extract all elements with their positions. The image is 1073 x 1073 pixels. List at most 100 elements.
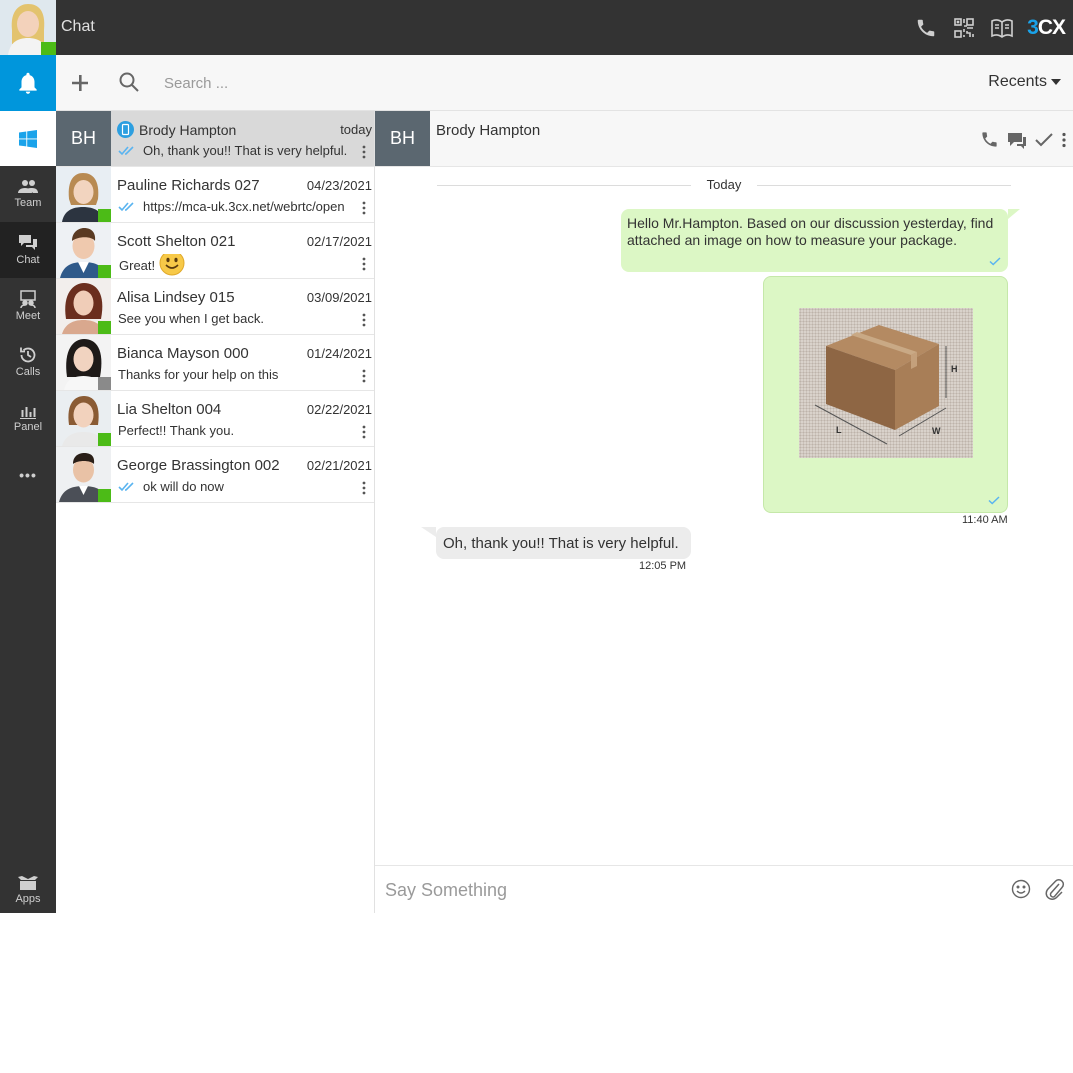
message-time: 12:05 PM [639, 560, 687, 572]
conversation-preview: Perfect!! Thank you. [118, 423, 235, 438]
day-separator: Today [437, 177, 1011, 193]
phone-icon [982, 132, 997, 147]
close-chat-button[interactable] [1035, 132, 1053, 147]
conversation-date: 04/23/2021 [306, 178, 372, 193]
top-bar: Chat 3CX [0, 0, 1073, 55]
3cx-logo: 3CX [1027, 16, 1066, 39]
apps-box-icon [18, 876, 38, 890]
conversation-item[interactable]: Pauline Richards 027 04/23/2021 https://… [56, 167, 374, 223]
nav-apps-label: Apps [15, 893, 41, 905]
more-dots-icon: ••• [19, 467, 37, 483]
search-icon [119, 72, 139, 92]
outgoing-image-message[interactable]: H L W [763, 276, 1008, 513]
nav-apps[interactable]: Apps [0, 862, 56, 913]
height-label: H [951, 364, 958, 374]
contact-avatar [56, 167, 111, 222]
search-input[interactable] [164, 69, 464, 97]
conversation-date: 02/22/2021 [306, 402, 372, 417]
conversation-preview: Oh, thank you!! That is very helpful. [143, 143, 348, 158]
conversation-item[interactable]: Alisa Lindsey 015 03/09/2021 See you whe… [56, 279, 374, 335]
conversation-item[interactable]: George Brassington 002 02/21/2021 ok wil… [56, 447, 374, 503]
app-title: Chat [61, 18, 95, 35]
new-chat-button[interactable] [68, 71, 92, 95]
emoji-picker-button[interactable] [1011, 879, 1033, 901]
conversation-name: Alisa Lindsey 015 [117, 289, 235, 306]
contact-avatar [56, 335, 111, 390]
recents-dropdown[interactable]: Recents [988, 73, 1061, 91]
qr-code-icon[interactable] [951, 15, 977, 41]
conversation-item[interactable]: Lia Shelton 004 02/22/2021 Perfect!! Tha… [56, 391, 374, 447]
conversation-preview: ok will do now [143, 479, 224, 494]
conversation-item[interactable]: BH Brody Hampton today Oh, thank you!! T… [56, 111, 374, 167]
windows-app-button[interactable] [0, 111, 56, 166]
conversation-menu-icon[interactable] [362, 425, 368, 441]
nav-calls[interactable]: Calls [0, 334, 56, 390]
transfer-chat-button[interactable] [1007, 131, 1027, 149]
read-check-icon [988, 496, 1000, 505]
status-online-badge [98, 489, 111, 502]
conversation-name: Scott Shelton 021 [117, 233, 236, 250]
conversation-preview: https://mca-uk.3cx.net/webrtc/open [143, 199, 345, 214]
contact-avatar [56, 279, 111, 334]
double-check-icon [118, 145, 134, 155]
conversation-preview: See you when I get back. [118, 311, 264, 326]
status-online-badge [98, 265, 111, 278]
incoming-message[interactable]: Oh, thank you!! That is very helpful. [436, 527, 691, 559]
history-icon [20, 347, 36, 363]
bubble-tail [421, 527, 436, 537]
conversation-menu-icon[interactable] [362, 369, 368, 385]
conversation-menu-icon[interactable] [362, 313, 368, 329]
nav-calls-label: Calls [15, 366, 41, 378]
left-navigation: Team Chat Meet Calls Panel ••• Apps [0, 55, 56, 913]
contact-avatar [56, 391, 111, 446]
contact-avatar [56, 447, 111, 502]
status-online-badge [98, 433, 111, 446]
attach-file-button[interactable] [1045, 878, 1067, 902]
phone-icon[interactable] [913, 15, 939, 41]
conversation-date: 02/17/2021 [306, 234, 372, 249]
recents-label: Recents [988, 73, 1047, 90]
conversation-item[interactable]: Scott Shelton 021 02/17/2021 Great! [56, 223, 374, 279]
nav-team[interactable]: Team [0, 166, 56, 222]
nav-panel[interactable]: Panel [0, 390, 56, 446]
status-online-badge [98, 209, 111, 222]
nav-meet-label: Meet [15, 310, 41, 322]
checkmark-icon [1035, 132, 1053, 146]
chat-icon [19, 235, 37, 250]
message-text: Hello Mr.Hampton. Based on our discussio… [627, 215, 994, 248]
chat-header: BH Brody Hampton [375, 111, 1073, 167]
conversation-menu-icon[interactable] [362, 201, 368, 217]
message-composer [375, 865, 1073, 913]
read-check-icon [989, 257, 1001, 266]
nav-chat-label: Chat [16, 254, 40, 266]
conversation-menu-icon[interactable] [362, 257, 368, 273]
message-input[interactable] [385, 877, 985, 903]
conversation-menu-icon[interactable] [362, 145, 368, 161]
conversation-menu-icon[interactable] [362, 481, 368, 497]
status-online-badge [98, 321, 111, 334]
length-label: L [836, 425, 842, 435]
conversation-name: Bianca Mayson 000 [117, 345, 249, 362]
user-avatar[interactable] [0, 0, 56, 55]
toolbar: Recents [56, 55, 1073, 111]
nav-chat[interactable]: Chat [0, 222, 56, 278]
smiley-icon [1011, 879, 1031, 899]
windows-icon [19, 129, 37, 148]
message-thread: Today Hello Mr.Hampton. Based on our dis… [375, 167, 1073, 865]
outgoing-message[interactable]: Hello Mr.Hampton. Based on our discussio… [621, 209, 1008, 272]
conversation-date: today [340, 122, 372, 137]
contact-initials-avatar: BH [56, 111, 111, 166]
nav-meet[interactable]: Meet [0, 278, 56, 334]
meet-icon [20, 290, 36, 308]
double-check-icon [118, 481, 134, 491]
call-contact-button[interactable] [980, 130, 999, 149]
search-button[interactable] [118, 71, 142, 95]
book-icon[interactable] [989, 15, 1015, 41]
status-away-badge [98, 377, 111, 390]
conversation-item[interactable]: Bianca Mayson 000 01/24/2021 Thanks for … [56, 335, 374, 391]
more-options-button[interactable]: ••• [0, 447, 56, 503]
conversation-name: Lia Shelton 004 [117, 401, 222, 418]
notifications-button[interactable] [0, 55, 56, 111]
package-measure-image[interactable]: H L W [799, 308, 973, 458]
chat-options-button[interactable] [1061, 132, 1067, 148]
